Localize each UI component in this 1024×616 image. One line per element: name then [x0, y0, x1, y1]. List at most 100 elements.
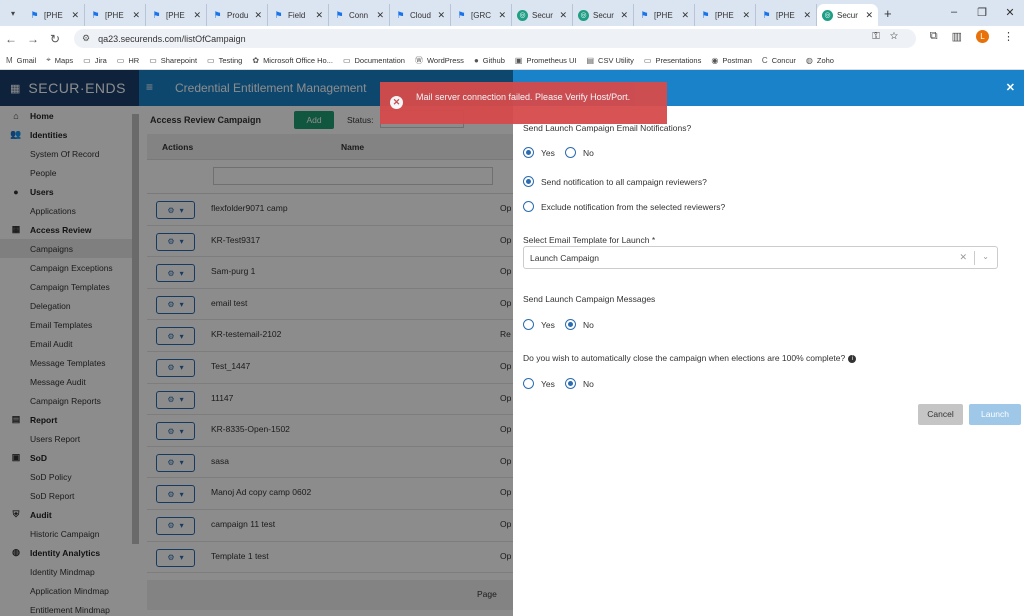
email-notifications-no[interactable]: No [565, 147, 594, 158]
tab-close-icon[interactable]: ✕ [376, 10, 384, 21]
tab-close-icon[interactable]: ✕ [681, 10, 689, 21]
securends-icon: ◎ [822, 9, 833, 21]
tab-close-icon[interactable]: ✕ [742, 10, 750, 21]
browser-tab[interactable]: ⚑ [PHE ✕ [634, 4, 695, 26]
modal-overlay[interactable] [0, 70, 513, 616]
radio-messages-no[interactable] [565, 319, 576, 330]
password-key-icon[interactable]: ⚿ [872, 31, 890, 42]
bookmark-item[interactable]: ▭ Jira [83, 56, 107, 65]
tab-close-icon[interactable]: ✕ [559, 10, 567, 21]
tab-close-icon[interactable]: ✕ [498, 10, 506, 21]
bookmark-item[interactable]: ▣ Prometheus UI [515, 56, 577, 65]
profile-avatar[interactable]: L [976, 30, 989, 43]
cancel-button[interactable]: Cancel [918, 404, 963, 425]
tab-close-icon[interactable]: ✕ [315, 10, 323, 21]
email-notifications-yes[interactable]: Yes [523, 147, 555, 158]
browser-tab[interactable]: ⚑ [PHE ✕ [24, 4, 85, 26]
bookmark-item[interactable]: ▭ Testing [207, 56, 242, 65]
postman-icon: ◉ [711, 55, 719, 65]
email-template-select[interactable]: Launch Campaign ✕ ⌄ [523, 246, 998, 269]
tab-close-icon[interactable]: ✕ [437, 10, 445, 21]
messages-yes[interactable]: Yes [523, 319, 555, 330]
radio-label: Yes [541, 147, 555, 158]
auto-close-no[interactable]: No [565, 378, 594, 389]
url-bar[interactable]: ⚙ qa23.securends.com/listOfCampaign ⚿☆ [74, 29, 916, 48]
notify-all-reviewers[interactable]: Send notification to all campaign review… [523, 176, 707, 187]
bookmark-item[interactable]: ✿ Microsoft Office Ho... [252, 56, 333, 65]
radio-email-yes[interactable] [523, 147, 534, 158]
bookmark-item[interactable]: M Gmail [6, 56, 36, 65]
forward-icon[interactable]: → [22, 32, 44, 46]
bookmark-item[interactable]: ▭ HR [117, 56, 139, 65]
reload-icon[interactable]: ↻ [44, 32, 66, 46]
browser-tab[interactable]: ◎ Secur ✕ [512, 4, 573, 26]
browser-tab[interactable]: ◎ Secur ✕ [817, 4, 878, 26]
radio-exclude[interactable] [523, 201, 534, 212]
launch-button[interactable]: Launch [969, 404, 1021, 425]
auto-close-yes[interactable]: Yes [523, 378, 555, 389]
template-label: Select Email Template for Launch * [523, 235, 656, 245]
browser-tab[interactable]: ⚑ Produ ✕ [207, 4, 268, 26]
clear-icon[interactable]: ✕ [959, 252, 967, 263]
browser-tab[interactable]: ⚑ Field ✕ [268, 4, 329, 26]
bookmark-item[interactable]: C Concur [762, 56, 796, 65]
messages-no[interactable]: No [565, 319, 594, 330]
browser-tab[interactable]: ⚑ [PHE ✕ [756, 4, 817, 26]
browser-tab[interactable]: ⚑ Conn ✕ [329, 4, 390, 26]
bookmark-item[interactable]: ◉ Postman [711, 56, 752, 65]
tab-close-icon[interactable]: ✕ [254, 10, 262, 21]
bookmark-item[interactable]: ▭ Presentations [644, 56, 701, 65]
bookmark-item[interactable]: ◍ Zoho [806, 56, 834, 65]
browser-tab[interactable]: ⚑ [PHE ✕ [695, 4, 756, 26]
close-window-icon[interactable]: ✕ [996, 6, 1024, 19]
bookmark-item[interactable]: ▭ Documentation [343, 56, 405, 65]
radio-autoclose-no[interactable] [565, 378, 576, 389]
info-icon[interactable]: i [848, 354, 857, 363]
bookmark-item[interactable]: ▤ CSV Utility [586, 56, 633, 65]
browser-tab[interactable]: ⚑ [PHE ✕ [85, 4, 146, 26]
radio-label: Yes [541, 319, 555, 330]
radio-label: No [583, 378, 594, 389]
bookmark-item[interactable]: Ⓦ WordPress [415, 55, 464, 66]
phe-icon: ⚑ [30, 9, 39, 20]
site-info-icon[interactable]: ⚙ [82, 33, 90, 44]
tab-close-icon[interactable]: ✕ [620, 10, 628, 21]
tab-close-icon[interactable]: ✕ [132, 10, 140, 21]
browser-tab[interactable]: ⚑ Cloud ✕ [390, 4, 451, 26]
radio-autoclose-yes[interactable] [523, 378, 534, 389]
browser-tab[interactable]: ⚑ [PHE ✕ [146, 4, 207, 26]
phe-icon: ⚑ [152, 9, 161, 20]
folder-icon: ▭ [342, 55, 351, 65]
radio-messages-yes[interactable] [523, 319, 534, 330]
browser-tab-strip: ▾ ⚑ [PHE ✕ ⚑ [PHE ✕ ⚑ [PHE ✕ ⚑ Produ ✕ ⚑ Field ✕ ⚑ Conn ✕… [0, 0, 1024, 26]
browser-tab[interactable]: ◎ Secur ✕ [573, 4, 634, 26]
bookmark-item[interactable]: ● Github [474, 56, 505, 65]
tab-close-icon[interactable]: ✕ [193, 10, 201, 21]
browser-tab[interactable]: ⚑ [GRC ✕ [451, 4, 512, 26]
radio-notify-all[interactable] [523, 176, 534, 187]
concur-icon: C [761, 55, 768, 65]
exclude-selected-reviewers[interactable]: Exclude notification from the selected r… [523, 201, 725, 212]
chevron-down-icon[interactable]: ⌄ [982, 252, 989, 261]
new-tab-icon[interactable]: + [884, 6, 892, 21]
radio-email-no[interactable] [565, 147, 576, 158]
back-icon[interactable]: ← [0, 32, 22, 46]
phe-icon: ⚑ [335, 9, 344, 20]
tab-close-icon[interactable]: ✕ [71, 10, 79, 21]
bookmark-item[interactable]: ▭ Sharepoint [149, 56, 197, 65]
tab-close-icon[interactable]: ✕ [865, 10, 873, 21]
extensions-icon[interactable]: ⧉ [930, 30, 938, 43]
tab-search-icon[interactable]: ▾ [4, 4, 22, 22]
bookmark-item[interactable]: ⌖ Maps [46, 55, 73, 65]
tab-close-icon[interactable]: ✕ [803, 10, 811, 21]
tab-list: ⚑ [PHE ✕ ⚑ [PHE ✕ ⚑ [PHE ✕ ⚑ Produ ✕ ⚑ Field ✕ ⚑ Conn ✕ ⚑ C… [24, 4, 878, 26]
restore-icon[interactable]: ❐ [968, 6, 996, 19]
bookmark-star-icon[interactable]: ☆ [890, 31, 908, 42]
sidepanel-icon[interactable]: ▥ [952, 30, 962, 43]
error-toast[interactable]: ✕ Mail server connection failed. Please … [380, 82, 667, 124]
wordpress-icon: Ⓦ [414, 55, 423, 65]
minimize-icon[interactable]: – [940, 6, 968, 18]
close-icon[interactable]: ✕ [1006, 81, 1015, 94]
menu-kebab-icon[interactable]: ⋮ [1003, 30, 1014, 43]
folder-icon: ▭ [83, 55, 91, 65]
